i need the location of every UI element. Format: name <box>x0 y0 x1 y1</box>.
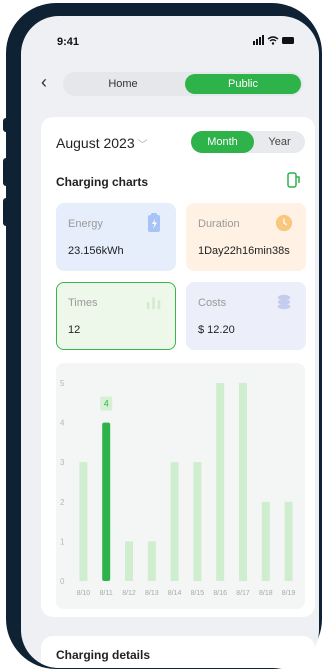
y-tick-label: 4 <box>60 419 65 428</box>
wifi-icon <box>267 36 279 42</box>
tab-home[interactable]: Home <box>63 72 183 96</box>
duration-label: Duration <box>198 218 240 230</box>
duration-value: 1Day22h16min38s <box>198 245 290 257</box>
y-tick-label: 0 <box>60 577 65 586</box>
screen: 9:41 ‹ Home Public August 2023 ﹀ Month Y… <box>21 16 319 668</box>
energy-stat-card[interactable]: Energy 23.156kWh <box>56 203 176 271</box>
battery-icon <box>148 213 160 232</box>
costs-label: Costs <box>198 297 227 309</box>
x-tick-label: 8/13 <box>145 590 159 597</box>
toggle-month[interactable]: Month <box>191 131 254 153</box>
toggle-year[interactable]: Year <box>254 131 305 153</box>
month-year-toggle: Month Year <box>191 131 305 153</box>
energy-value: 23.156kWh <box>68 245 124 257</box>
clock-icon <box>275 214 293 232</box>
costs-value: $ 12.20 <box>198 324 235 336</box>
times-label: Times <box>68 297 98 309</box>
chart-bar-8-19[interactable] <box>284 501 293 581</box>
x-tick-label: 8/17 <box>236 590 250 597</box>
charging-charts-title: Charging charts <box>56 175 149 189</box>
y-tick-label: 5 <box>60 379 65 388</box>
coins-icon <box>277 294 291 310</box>
times-value: 12 <box>68 324 81 336</box>
month-label: August 2023 <box>56 135 135 151</box>
charging-bar-chart: 0 1 2 3 4 5 8/10 4 8/11 8/12 8/13 8/14 8/15 8/16 8/17 8… <box>56 363 305 609</box>
chart-bar-8-12[interactable] <box>125 541 133 581</box>
back-chevron-icon[interactable]: ‹ <box>41 72 47 93</box>
energy-label: Energy <box>68 218 103 230</box>
x-tick-label: 8/15 <box>191 590 205 597</box>
phone-frame: 9:41 ‹ Home Public August 2023 ﹀ Month Y… <box>6 3 322 669</box>
x-tick-label: 8/16 <box>213 590 227 597</box>
y-tick-label: 3 <box>60 458 65 467</box>
top-nav: ‹ Home Public <box>21 70 319 100</box>
month-selector[interactable]: August 2023 ﹀ <box>56 135 148 151</box>
x-tick-label: 8/14 <box>168 590 182 597</box>
chart-bar-8-10[interactable] <box>79 462 88 581</box>
charging-details-title: Charging details <box>56 648 151 662</box>
battery-status-icon <box>282 37 294 44</box>
tab-public[interactable]: Public <box>185 74 301 94</box>
x-tick-label: 8/19 <box>282 590 296 597</box>
chart-svg: 0 1 2 3 4 5 8/10 4 8/11 8/12 8/13 8/14 8/15 8/16 8/17 8… <box>60 379 296 597</box>
chart-bar-8-16[interactable] <box>216 383 225 581</box>
charger-icon[interactable] <box>287 172 301 188</box>
x-tick-label: 8/18 <box>259 590 273 597</box>
times-stat-card[interactable]: Times 12 <box>56 282 176 350</box>
status-time: 9:41 <box>57 36 80 48</box>
chevron-down-icon: ﹀ <box>137 140 148 151</box>
status-icons <box>253 35 295 48</box>
chart-bar-8-15[interactable] <box>193 462 202 581</box>
x-tick-label: 8/10 <box>77 590 91 597</box>
costs-stat-card[interactable]: Costs $ 12.20 <box>186 282 306 350</box>
x-tick-label: 8/11 <box>100 590 113 597</box>
chart-bar-8-18[interactable] <box>261 501 270 581</box>
status-bar: 9:41 <box>21 16 319 56</box>
home-public-segmented: Home Public <box>63 72 303 96</box>
chart-bar-8-11[interactable] <box>102 422 111 581</box>
signal-icon <box>253 35 264 45</box>
x-tick-label: 8/12 <box>122 590 136 597</box>
charging-details-card[interactable]: Charging details <box>41 636 315 668</box>
y-tick-label: 2 <box>60 498 65 507</box>
duration-stat-card[interactable]: Duration 1Day22h16min38s <box>186 203 306 271</box>
chart-bar-8-14[interactable] <box>170 462 179 581</box>
chart-bar-8-17[interactable] <box>239 383 247 581</box>
bar-value-label: 4 <box>104 399 109 409</box>
bar-chart-icon <box>146 297 161 310</box>
y-tick-label: 1 <box>60 537 65 546</box>
chart-bar-8-13[interactable] <box>147 541 156 581</box>
charts-card: August 2023 ﹀ Month Year Charging charts … <box>41 117 315 617</box>
